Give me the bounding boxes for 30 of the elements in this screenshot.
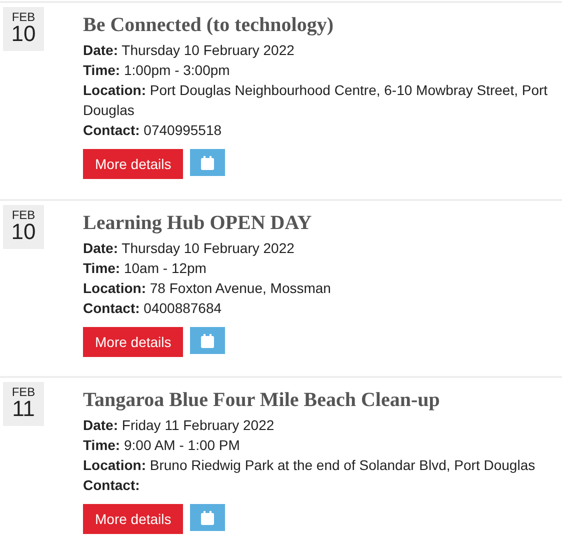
date-month: FEB [12, 386, 36, 398]
event-detail: Time: 1:00pm - 3:00pm [83, 61, 231, 80]
event-detail: Date: Thursday 10 February 2022 [83, 41, 296, 60]
event-detail: Time: 10am - 12pm [83, 259, 208, 278]
date-day: 10 [11, 221, 36, 243]
event-detail: Date: Friday 11 February 2022 [83, 416, 276, 435]
more-details-button[interactable]: More details [83, 149, 184, 179]
event-detail: Location: Port Douglas Neighbourhood Centre, 6-10 Mowbray Street, Port Douglas [83, 81, 549, 120]
event-title: Be Connected (to technology) [83, 13, 335, 37]
more-details-button[interactable]: More details [83, 504, 184, 534]
event-title: Tangaroa Blue Four Mile Beach Clean-up [83, 388, 441, 412]
event-detail: Contact: 0400887684 [83, 299, 223, 318]
calendar-button[interactable] [190, 327, 226, 354]
date-month: FEB [12, 209, 36, 221]
event-detail: Time: 9:00 AM - 1:00 PM [83, 436, 241, 455]
calendar-button[interactable] [190, 504, 226, 531]
calendar-icon [201, 334, 214, 348]
event-detail: Contact: 0740995518 [83, 121, 223, 140]
date-month: FEB [12, 11, 36, 23]
more-details-button[interactable]: More details [83, 327, 184, 357]
event-title: Learning Hub OPEN DAY [83, 211, 313, 235]
date-day: 11 [12, 398, 35, 420]
event-detail: Contact: [83, 476, 141, 495]
event-detail: Date: Thursday 10 February 2022 [83, 239, 296, 258]
calendar-button[interactable] [190, 149, 226, 176]
event-detail: Location: Bruno Riedwig Park at the end of Solandar Blvd, Port Douglas [83, 456, 536, 475]
date-day: 10 [11, 23, 36, 45]
event-detail: Location: 78 Foxton Avenue, Mossman [83, 279, 331, 298]
calendar-icon [201, 510, 214, 524]
calendar-icon [201, 156, 214, 170]
